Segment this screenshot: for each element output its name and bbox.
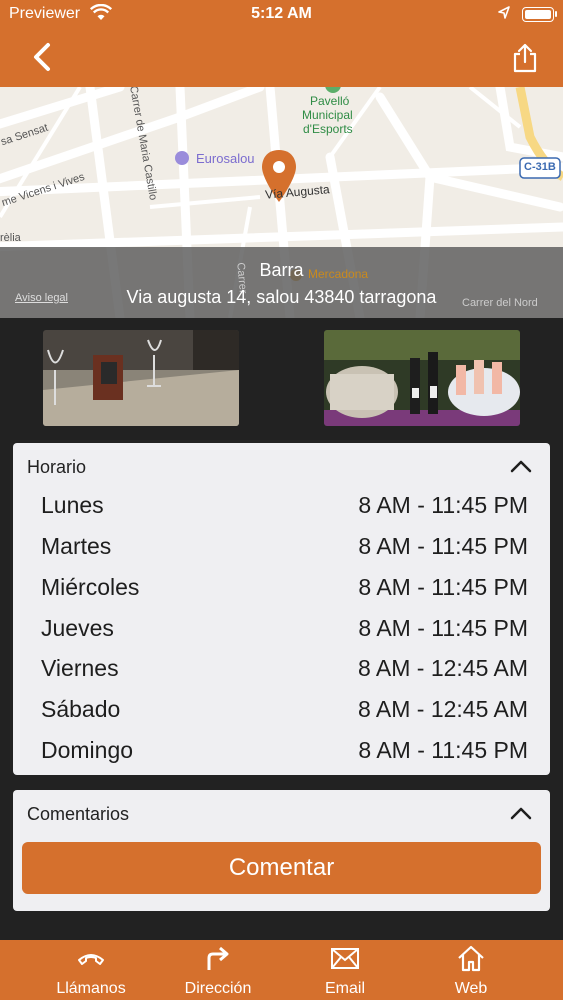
- schedule-day: Viernes: [41, 655, 119, 681]
- map-road-label: C-31B: [524, 161, 556, 173]
- schedule-hours: 8 AM - 11:45 PM: [358, 574, 528, 600]
- tab-web-label: Web: [454, 980, 488, 997]
- schedule-row: Sábado 8 AM - 12:45 AM: [13, 688, 550, 728]
- comments-card: Comentarios Comentar: [13, 790, 550, 911]
- map-poi-label: d'Esports: [303, 122, 353, 136]
- chevron-left-icon[interactable]: [26, 40, 60, 74]
- schedule-row: Lunes 8 AM - 11:45 PM: [13, 484, 550, 524]
- comment-button[interactable]: Comentar: [22, 842, 541, 894]
- tab-call-label: Llámanos: [56, 980, 126, 997]
- envelope-icon: [331, 948, 359, 969]
- place-name: Barra: [259, 260, 304, 280]
- comments-title: Comentarios: [27, 804, 130, 824]
- schedule-hours: 8 AM - 12:45 AM: [357, 696, 528, 722]
- schedule-title: Horario: [27, 457, 87, 477]
- tab-web[interactable]: Web: [411, 940, 531, 1000]
- schedule-row: Miércoles 8 AM - 11:45 PM: [13, 566, 550, 606]
- phone-icon: [78, 954, 104, 965]
- status-time: 5:12 AM: [251, 5, 312, 22]
- location-arrow-icon: [498, 6, 510, 19]
- photo-thumbnail[interactable]: [43, 330, 239, 426]
- schedule-day: Martes: [41, 533, 112, 559]
- photo-table-image: [43, 330, 239, 426]
- schedule-hours: 8 AM - 11:45 PM: [358, 533, 528, 559]
- schedule-day: Domingo: [41, 737, 134, 763]
- schedule-row: Domingo 8 AM - 11:45 PM: [13, 729, 550, 769]
- schedule-day: Sábado: [41, 696, 121, 722]
- schedule-row: Martes 8 AM - 11:45 PM: [13, 525, 550, 565]
- tab-directions[interactable]: Dirección: [158, 940, 278, 1000]
- map-street-label: rèlia: [0, 232, 21, 244]
- battery-icon: [522, 7, 554, 22]
- schedule-day: Lunes: [41, 492, 104, 518]
- map-hotel-label: Eurosalou: [196, 151, 255, 166]
- chevron-up-icon[interactable]: [510, 459, 532, 473]
- top-bar: Previewer 5:12 AM: [0, 0, 563, 87]
- schedule-day: Jueves: [41, 615, 114, 641]
- schedule-card: Horario Lunes 8 AM - 11:45 PM Martes 8 A…: [13, 443, 550, 775]
- map-view[interactable]: Pavelló Municipal d'Esports Eurosalou Ví…: [0, 87, 563, 318]
- chevron-up-icon[interactable]: [510, 806, 532, 820]
- schedule-row: Viernes 8 AM - 12:45 AM: [13, 647, 550, 687]
- legal-link[interactable]: Aviso legal: [15, 292, 68, 304]
- schedule-hours: 8 AM - 12:45 AM: [357, 655, 528, 681]
- share-icon[interactable]: [510, 42, 540, 74]
- tab-directions-label: Dirección: [184, 980, 252, 997]
- tab-call[interactable]: Llámanos: [31, 940, 151, 1000]
- map-poi-label: Municipal: [302, 108, 353, 122]
- photo-thumbnail[interactable]: [324, 330, 520, 426]
- schedule-row: Jueves 8 AM - 11:45 PM: [13, 607, 550, 647]
- photo-wine-image: [324, 330, 520, 426]
- map-poi-label: Pavelló: [310, 94, 350, 108]
- bottom-tab-bar: Llámanos Dirección Email Web: [0, 940, 563, 1000]
- status-bar: Previewer 5:12 AM: [0, 0, 563, 30]
- tab-email[interactable]: Email: [285, 940, 405, 1000]
- place-address: Via augusta 14, salou 43840 tarragona: [126, 287, 437, 307]
- turn-right-arrow-icon: [207, 946, 229, 970]
- home-icon: [458, 945, 484, 972]
- schedule-day: Miércoles: [41, 574, 140, 600]
- tab-email-label: Email: [324, 980, 365, 997]
- schedule-hours: 8 AM - 11:45 PM: [358, 492, 528, 518]
- schedule-hours: 8 AM - 11:45 PM: [358, 615, 528, 641]
- schedule-hours: 8 AM - 11:45 PM: [358, 737, 528, 763]
- battery-cap: [555, 11, 557, 17]
